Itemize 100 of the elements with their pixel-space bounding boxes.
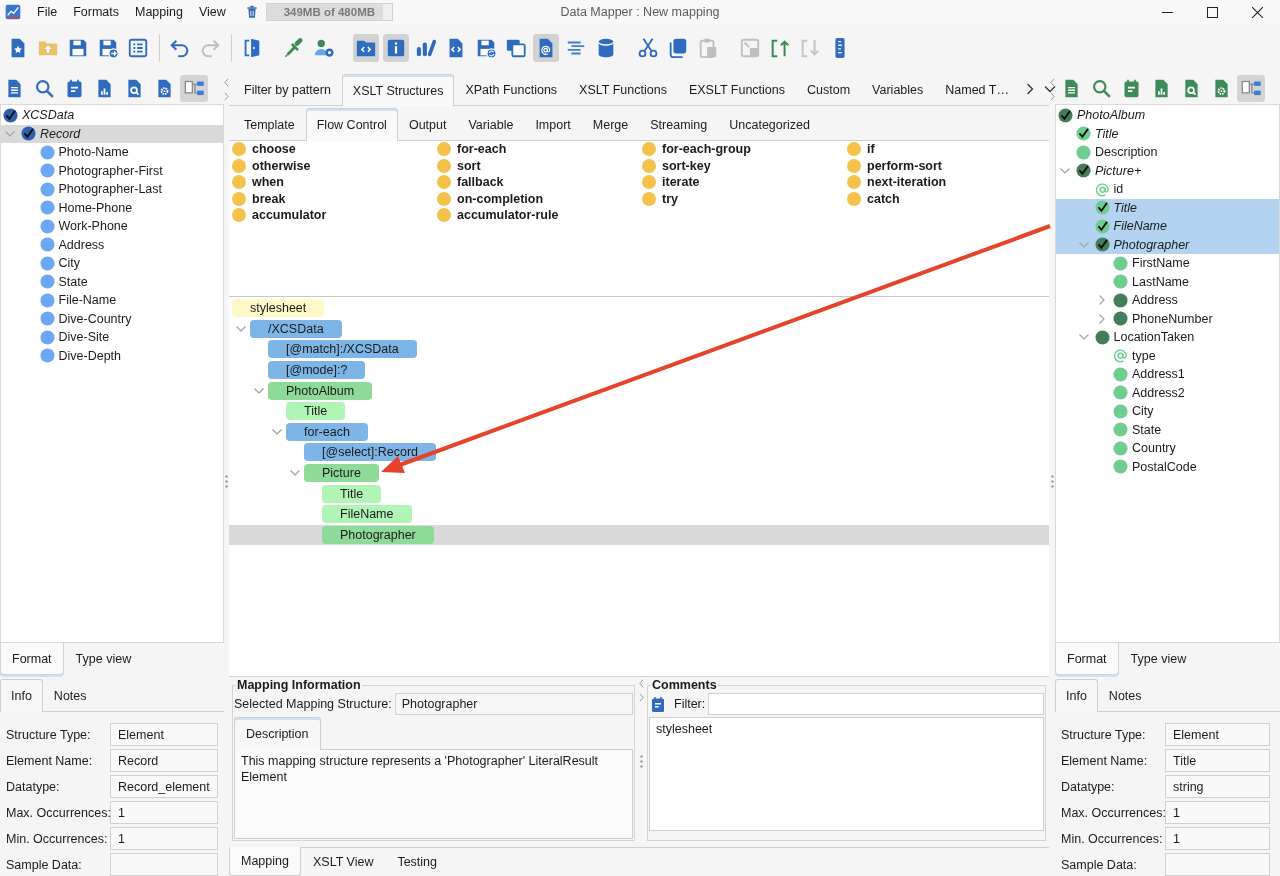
text-field[interactable]: 1	[110, 827, 218, 850]
text-field[interactable]: 1	[110, 801, 218, 824]
mapping-node[interactable]: PhotoAlbum	[268, 381, 373, 400]
tab[interactable]: Notes	[1097, 679, 1153, 712]
palette-item[interactable]: if	[847, 141, 1052, 158]
palette-item[interactable]: catch	[847, 190, 1052, 207]
palette-item[interactable]: when	[232, 174, 437, 191]
list-item[interactable]: stylesheet	[656, 720, 1037, 738]
tab[interactable]: Flow Control	[305, 108, 398, 141]
mapping-node[interactable]: [@match]:/XCSData	[268, 340, 417, 359]
tab[interactable]: Mapping	[229, 847, 301, 876]
tab[interactable]: Output	[397, 108, 458, 141]
chevron-right-icon[interactable]	[1025, 82, 1034, 95]
tree-row[interactable]: Title	[229, 400, 1049, 422]
palette-item[interactable]: on-completion	[437, 190, 642, 207]
tree-item[interactable]: FirstName	[1056, 254, 1279, 273]
tab[interactable]: Template	[233, 108, 306, 141]
mapping-node[interactable]: /XCSData	[250, 319, 342, 338]
tab[interactable]: EXSLT Functions	[677, 74, 796, 106]
tree-item[interactable]: State	[1056, 420, 1279, 439]
grip-icon[interactable]	[225, 475, 228, 488]
tree-item[interactable]: File-Name	[1, 291, 223, 310]
tree-item[interactable]: City	[1, 254, 223, 273]
tree-item[interactable]: Record	[1, 124, 223, 143]
mapping-node[interactable]: Photographer	[322, 525, 434, 544]
text-field[interactable]: Record	[110, 749, 218, 772]
menu-item[interactable]: Formats	[65, 1, 127, 23]
mapping-node[interactable]: Picture	[304, 464, 379, 483]
palette-item[interactable]: accumulator-rule	[437, 207, 642, 224]
menu-item[interactable]: Mapping	[127, 1, 191, 23]
tree-item[interactable]: Title	[1056, 198, 1279, 217]
tab[interactable]: Streaming	[639, 108, 719, 141]
mapping-node[interactable]: stylesheet	[232, 299, 325, 318]
filter-field[interactable]	[708, 693, 1044, 715]
tab[interactable]: XSLT Functions	[568, 74, 678, 106]
tree-item[interactable]: Description	[1056, 143, 1279, 162]
tree-item[interactable]: Work-Phone	[1, 217, 223, 236]
palette-item[interactable]: for-each-group	[642, 141, 847, 158]
palette-item[interactable]: next-iteration	[847, 174, 1052, 191]
tab[interactable]: Description	[234, 717, 321, 750]
palette-item[interactable]: fallback	[437, 174, 642, 191]
tab[interactable]: Type view	[63, 643, 144, 675]
mapping-node[interactable]: for-each	[286, 422, 368, 441]
tree-item[interactable]: Photographer-First	[1, 161, 223, 180]
palette-item[interactable]: accumulator	[232, 207, 437, 224]
palette-item[interactable]: perform-sort	[847, 157, 1052, 174]
tab[interactable]: Import	[524, 108, 582, 141]
text-field[interactable]: Element	[1165, 723, 1270, 746]
text-field[interactable]: Title	[1165, 749, 1270, 772]
note-icon[interactable]	[649, 694, 667, 714]
tree-item[interactable]: FileName	[1056, 217, 1279, 236]
mapping-node[interactable]: FileName	[322, 505, 412, 524]
tree-row[interactable]: [@match]:/XCSData	[229, 339, 1049, 360]
text-field[interactable]: 1	[1165, 827, 1270, 850]
chevron-left-icon[interactable]	[224, 78, 229, 87]
tab[interactable]: Format	[0, 643, 64, 675]
tree-item[interactable]: Photo-Name	[1, 143, 223, 162]
tab[interactable]: Variable	[457, 108, 525, 141]
tab[interactable]: XSLT Structures	[341, 74, 455, 106]
tree-item[interactable]: PostalCode	[1056, 457, 1279, 476]
tree-item[interactable]: State	[1, 272, 223, 291]
text-field[interactable]: 1	[1165, 801, 1270, 824]
description-field[interactable]: This mapping structure represents a 'Photographer' LiteralResult Element	[234, 750, 633, 839]
text-field[interactable]: Record_element	[110, 775, 218, 798]
tree-row[interactable]: FileName	[229, 503, 1049, 525]
tree-row[interactable]: [@mode]:?	[229, 359, 1049, 381]
grip-icon[interactable]	[639, 755, 643, 768]
tree-row[interactable]: Title	[229, 483, 1049, 504]
tree-item[interactable]: Title	[1056, 124, 1279, 143]
tree-item[interactable]: LastName	[1056, 272, 1279, 291]
tree-item[interactable]: id	[1056, 180, 1279, 199]
tree-item[interactable]: Dive-Country	[1, 309, 223, 328]
tab[interactable]: Merge	[581, 108, 640, 141]
tree-row[interactable]: [@select]:Record	[229, 442, 1049, 463]
menu-item[interactable]: View	[190, 1, 234, 23]
mapping-node[interactable]: Title	[286, 402, 346, 421]
tree-row[interactable]: /XCSData	[229, 318, 1049, 340]
tree-item[interactable]: Country	[1056, 439, 1279, 458]
tree-item[interactable]: Dive-Site	[1, 328, 223, 347]
tab[interactable]: Named T…	[934, 74, 1020, 106]
tree-item[interactable]: Dive-Depth	[1, 346, 223, 365]
palette-item[interactable]: otherwise	[232, 157, 437, 174]
tab[interactable]: Info	[1055, 679, 1098, 712]
palette-item[interactable]: choose	[232, 141, 437, 158]
tab[interactable]: XSLT View	[300, 847, 386, 876]
tree-item[interactable]: City	[1056, 402, 1279, 421]
tree-item[interactable]: Address	[1056, 291, 1279, 310]
palette-item[interactable]: iterate	[642, 174, 847, 191]
tab[interactable]: Filter by pattern	[233, 74, 342, 106]
palette-item[interactable]: sort	[437, 157, 642, 174]
tree-item[interactable]: Address1	[1056, 365, 1279, 384]
mapping-node[interactable]: Title	[322, 484, 382, 503]
menu-item[interactable]: File	[29, 1, 66, 23]
palette-item[interactable]: try	[642, 190, 847, 207]
tree-row[interactable]: for-each	[229, 421, 1049, 443]
tab[interactable]: Format	[1055, 643, 1119, 675]
mapping-node[interactable]: [@mode]:?	[268, 361, 366, 380]
mapping-node[interactable]: [@select]:Record	[304, 443, 437, 462]
tree-item[interactable]: Address2	[1056, 383, 1279, 402]
palette-item[interactable]: sort-key	[642, 157, 847, 174]
